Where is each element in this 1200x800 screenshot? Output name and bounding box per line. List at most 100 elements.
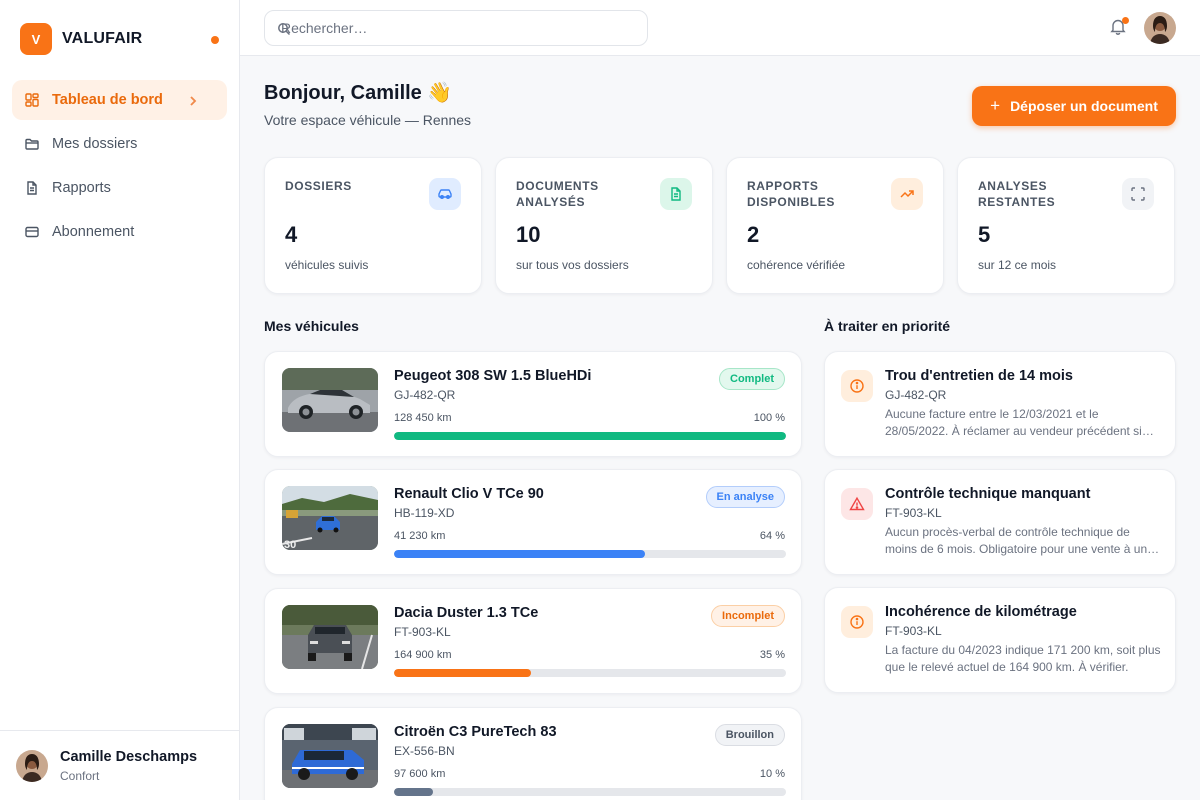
vehicle-progress-bar [394,550,786,558]
vehicle-progress-bar [394,432,786,440]
priority-section-title: À traiter en priorité [824,318,951,334]
top-bar [240,0,1200,56]
priority-title: Trou d'entretien de 14 mois [885,368,1073,384]
brand-logo: V [20,23,52,55]
vehicle-name: Citroën C3 PureTech 83 [394,724,557,740]
stat-caption: sur 12 ce mois [978,258,1057,272]
sidebar-item-label: Abonnement [52,224,135,240]
sidebar-item-dossiers[interactable]: Mes dossiers [12,124,227,164]
vehicle-progress-fill [394,550,645,558]
stat-value: 4 [285,222,298,247]
sidebar-item-rapports[interactable]: Rapports [12,168,227,208]
vehicle-plate: EX-556-BN [394,744,455,758]
vehicle-progress-bar [394,669,786,677]
priority-plate: GJ-482-QR [885,388,947,402]
user-name: Camille Deschamps [60,748,198,765]
priority-title: Incohérence de kilométrage [885,604,1077,620]
upload-button-label: Déposer un document [1010,98,1158,114]
vehicle-name: Dacia Duster 1.3 TCe [394,605,539,621]
stat-label: Rapports disponibles [747,179,835,209]
search-box [264,10,648,46]
vehicle-mileage: 164 900 km [394,649,452,661]
info-icon [841,606,873,638]
user-profile[interactable]: Camille Deschamps Confort [0,730,239,800]
vehicles-section-title: Mes véhicules [264,318,359,334]
priority-plate: FT-903-KL [885,624,942,638]
svg-text:30: 30 [284,539,296,550]
search-input[interactable] [281,11,641,45]
priority-card[interactable]: Contrôle technique manquant FT-903-KL Au… [824,469,1176,575]
vehicle-progress-label: 10 % [759,768,785,780]
file-text-icon [660,178,692,210]
status-badge: Incomplet [711,605,785,627]
header-avatar[interactable] [1144,12,1176,44]
vehicle-progress-label: 35 % [759,649,785,661]
stat-caption: cohérence vérifiée [747,258,846,272]
vehicle-progress-label: 64 % [759,530,785,542]
priority-description: Aucune facture entre le 12/03/2021 et le… [885,407,1142,438]
sidebar: V VALUFAIR Tableau de bord Mes dossiers … [0,0,240,800]
alert-triangle-icon [841,488,873,520]
status-badge: En analyse [705,486,785,508]
page-subtitle: Votre espace véhicule — Rennes [264,112,472,128]
page-title: Bonjour, Camille 👋 [264,82,453,104]
sidebar-item-label: Rapports [52,180,111,196]
stat-caption: véhicules suivis [285,258,369,272]
vehicle-plate: HB-119-XD [394,506,455,520]
notification-dot [1122,17,1129,24]
vehicle-name: Peugeot 308 SW 1.5 BlueHDi [394,368,592,384]
priority-plate: FT-903-KL [885,506,942,520]
vehicle-progress-label: 100 % [753,412,785,424]
sidebar-item-label: Tableau de bord [52,92,163,108]
sidebar-nav: Tableau de bord Mes dossiers Rapports Ab… [12,80,227,256]
stat-label: Dossiers [285,179,352,193]
vehicle-card[interactable]: 30 Renault Clio V TCe 90 HB-119-XD 41 23… [264,469,802,575]
stat-value: 2 [747,222,760,247]
vehicle-photo [282,368,378,432]
folder-icon [25,138,39,150]
priority-card[interactable]: Trou d'entretien de 14 mois GJ-482-QR Au… [824,351,1176,457]
stat-value: 10 [516,222,541,247]
brand-name: VALUFAIR [62,30,143,47]
priority-title: Contrôle technique manquant [885,486,1091,502]
vehicle-name: Renault Clio V TCe 90 [394,486,544,502]
sidebar-item-label: Mes dossiers [52,136,138,152]
chevron-right-icon [190,96,197,106]
vehicle-progress-fill [394,788,434,796]
car-icon [429,178,461,210]
stat-caption: sur tous vos dossiers [516,258,629,272]
status-badge: Brouillon [714,724,785,746]
stat-label: Analyses restantes [978,179,1056,209]
vehicle-photo [282,724,378,788]
priority-card[interactable]: Incohérence de kilométrage FT-903-KL La … [824,587,1176,693]
vehicle-photo [282,605,378,669]
upload-document-button[interactable]: + Déposer un document [972,86,1176,126]
vehicle-card[interactable]: Peugeot 308 SW 1.5 BlueHDi GJ-482-QR 128… [264,351,802,457]
stat-card-documents: Documents analysés 10 sur tous vos dossi… [495,157,713,294]
sidebar-item-dashboard[interactable]: Tableau de bord [12,80,227,120]
vehicle-mileage: 41 230 km [394,530,446,542]
avatar [16,749,48,782]
vehicle-mileage: 128 450 km [394,412,452,424]
vehicle-progress-fill [394,669,532,677]
stat-card-rapports: Rapports disponibles 2 cohérence vérifié… [726,157,944,294]
vehicle-progress-bar [394,788,786,796]
plus-icon: + [990,96,1001,115]
user-plan: Confort [60,768,100,783]
sidebar-item-abonnement[interactable]: Abonnement [12,212,227,252]
priority-description: Aucun procès-verbal de contrôle techniqu… [885,525,1148,556]
vehicle-plate: GJ-482-QR [394,388,456,402]
status-dot [211,36,219,44]
priority-description: La facture du 04/2023 indique 171 200 km… [885,643,1161,674]
brand[interactable]: V VALUFAIR [20,23,142,55]
stat-card-dossiers: Dossiers 4 véhicules suivis [264,157,482,294]
stat-value: 5 [978,222,991,247]
info-icon [841,370,873,402]
trending-up-icon [891,178,923,210]
vehicle-mileage: 97 600 km [394,768,446,780]
dashboard-icon [25,93,39,107]
document-icon [27,181,37,195]
vehicle-card[interactable]: Dacia Duster 1.3 TCe FT-903-KL 164 900 k… [264,588,802,694]
vehicle-plate: FT-903-KL [394,625,451,639]
vehicle-card[interactable]: Citroën C3 PureTech 83 EX-556-BN 97 600 … [264,707,802,800]
